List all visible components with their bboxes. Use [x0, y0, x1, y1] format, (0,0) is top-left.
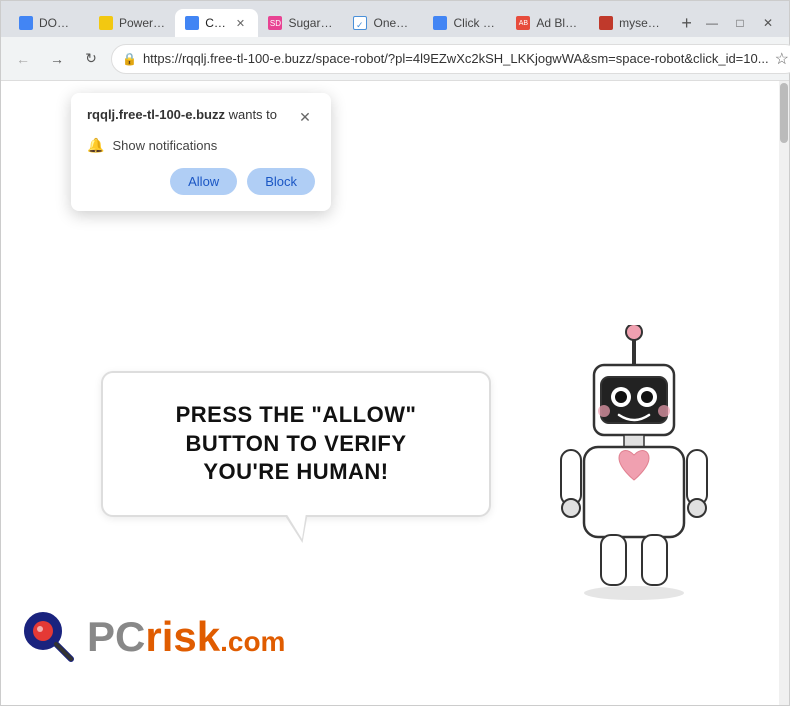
address-bar: ← → ↻ 🔒 https://rqqlj.free-tl-100-e.buzz… — [1, 37, 789, 81]
window-controls: — □ ✕ — [699, 13, 781, 37]
address-input-wrap[interactable]: 🔒 https://rqqlj.free-tl-100-e.buzz/space… — [111, 44, 790, 74]
tab-favicon-cl — [185, 16, 199, 30]
tab-favicon-ms — [599, 16, 613, 30]
tab-mysexy[interactable]: mysexy... — [589, 9, 670, 37]
tab-close-btn[interactable]: ✕ — [232, 15, 248, 31]
scrollbar[interactable] — [779, 81, 789, 705]
title-bar: DOWN... Power B... Clic... ✕ SD Sugar D.… — [1, 1, 789, 37]
maximize-button[interactable]: □ — [727, 13, 753, 33]
reload-button[interactable]: ↻ — [77, 45, 105, 73]
popup-notification-label: Show notifications — [112, 138, 217, 153]
tab-label-pbi: Power B... — [119, 16, 165, 30]
popup-notification-row: 🔔 Show notifications — [87, 137, 315, 154]
pcrisk-brand-text: PCrisk.com — [87, 613, 285, 661]
page-content: rqqlj.free-tl-100-e.buzz wants to ✕ 🔔 Sh… — [1, 81, 789, 705]
tab-favicon-ot: ✓ — [353, 16, 367, 30]
tab-favicon-pbi — [99, 16, 113, 30]
tab-favicon-sd: SD — [268, 16, 282, 30]
tab-download[interactable]: DOWN... — [9, 9, 89, 37]
block-button[interactable]: Block — [247, 168, 315, 195]
url-text: https://rqqlj.free-tl-100-e.buzz/space-r… — [143, 51, 769, 66]
tab-powerbi[interactable]: Power B... — [89, 9, 175, 37]
pcrisk-risk-text: risk — [145, 613, 220, 660]
popup-domain: rqqlj.free-tl-100-e.buzz — [87, 107, 225, 122]
tab-label-ms: mysexy... — [619, 16, 660, 30]
new-tab-button[interactable]: + — [674, 9, 699, 37]
pcrisk-com-text: .com — [220, 626, 285, 657]
forward-button[interactable]: → — [43, 45, 71, 73]
tab-label-ot: OneTa... — [373, 16, 413, 30]
notification-popup: rqqlj.free-tl-100-e.buzz wants to ✕ 🔔 Sh… — [71, 93, 331, 211]
pcrisk-logo: PCrisk.com — [21, 609, 285, 665]
minimize-button[interactable]: — — [699, 13, 725, 33]
svg-text:✓: ✓ — [356, 20, 364, 30]
robot-container — [539, 325, 729, 605]
tab-favicon-dl — [19, 16, 33, 30]
tab-favicon-ab: AB — [516, 16, 530, 30]
tab-label-dl: DOWN... — [39, 16, 79, 30]
tab-oneta[interactable]: ✓ OneTa... — [343, 9, 423, 37]
tabs-row: DOWN... Power B... Clic... ✕ SD Sugar D.… — [9, 9, 699, 37]
allow-button[interactable]: Allow — [170, 168, 237, 195]
speech-bubble-text: PRESS THE "ALLOW" BUTTON TO VERIFYYOU'RE… — [133, 401, 459, 487]
tab-label-cl2: Click "A... — [453, 16, 496, 30]
tab-sugard[interactable]: SD Sugar D... — [258, 9, 343, 37]
tab-click-active[interactable]: Clic... ✕ — [175, 9, 258, 37]
lock-icon: 🔒 — [122, 52, 137, 66]
tab-label-ab: Ad Bloc... — [536, 16, 579, 30]
popup-buttons: Allow Block — [87, 168, 315, 195]
close-button[interactable]: ✕ — [755, 13, 781, 33]
popup-wants-to: wants to — [229, 107, 277, 122]
tab-label-sd: Sugar D... — [288, 16, 333, 30]
robot-svg — [539, 325, 729, 605]
tab-label-cl: Clic... — [205, 16, 226, 30]
tab-clicka[interactable]: Click "A... — [423, 9, 506, 37]
popup-header: rqqlj.free-tl-100-e.buzz wants to ✕ — [87, 107, 315, 127]
browser-frame: DOWN... Power B... Clic... ✕ SD Sugar D.… — [0, 0, 790, 706]
back-button[interactable]: ← — [9, 45, 37, 73]
tab-adblock[interactable]: AB Ad Bloc... — [506, 9, 589, 37]
pcrisk-pc-text: PC — [87, 613, 145, 660]
popup-close-button[interactable]: ✕ — [295, 107, 315, 127]
scrollbar-thumb[interactable] — [780, 83, 788, 143]
speech-bubble-container: PRESS THE "ALLOW" BUTTON TO VERIFYYOU'RE… — [101, 371, 491, 517]
pcrisk-icon — [21, 609, 77, 665]
popup-title: rqqlj.free-tl-100-e.buzz wants to — [87, 107, 277, 122]
bell-icon: 🔔 — [87, 137, 104, 154]
speech-bubble: PRESS THE "ALLOW" BUTTON TO VERIFYYOU'RE… — [101, 371, 491, 517]
tab-favicon-cl2 — [433, 16, 447, 30]
bookmark-star-icon[interactable]: ☆ — [775, 49, 789, 69]
